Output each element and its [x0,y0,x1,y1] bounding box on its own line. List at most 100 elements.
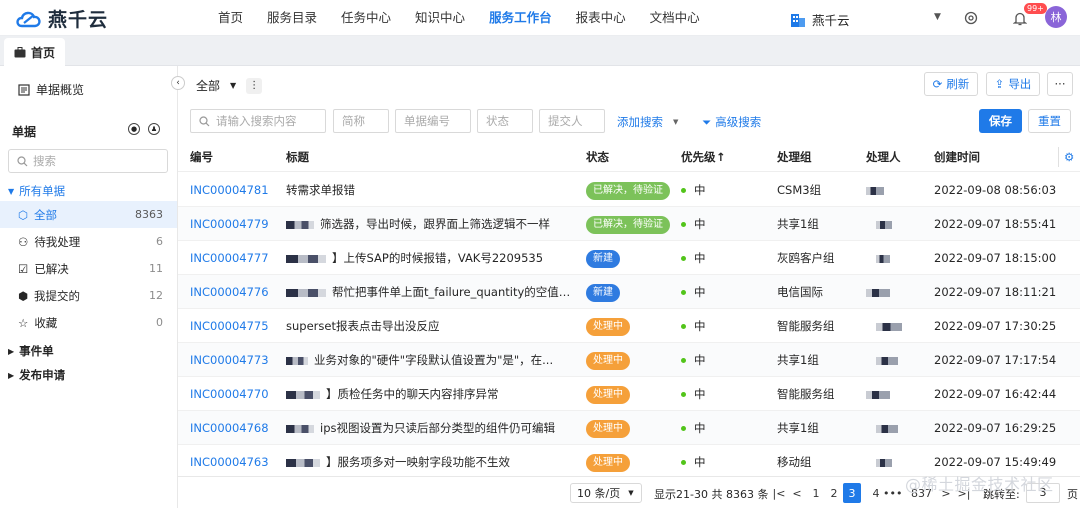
ticket-id-link[interactable]: INC00004773 [190,343,269,377]
sidebar-item-3[interactable]: ⬢ 我提交的 12 [0,282,177,309]
nav-item-0[interactable]: 首页 [206,0,255,36]
person-circle-icon[interactable]: ♟ [148,123,160,135]
org-switcher[interactable]: 燕千云 [790,10,850,29]
sidebar-item-4[interactable]: ☆ 收藏 0 [0,309,177,336]
priority-dot-icon [681,460,686,465]
ticket-id-link[interactable]: INC00004777 [190,241,269,275]
next-page-icon[interactable]: > [938,483,954,503]
short-name-filter[interactable]: 简称 [333,109,389,133]
column-header-created[interactable]: 创建时间 [934,142,980,172]
group-all-tickets[interactable]: ▼ 所有单据 [8,183,65,199]
sidebar-item-2[interactable]: ☑ 已解决 11 [0,255,177,282]
table-row[interactable]: INC00004773 业务对象的"硬件"字段默认值设置为"是"，在... 处理中 中… [178,343,1080,377]
ticket-id-link[interactable]: INC00004776 [190,275,269,309]
table-row[interactable]: INC00004768 ips视图设置为只读后部分类型的组件仍可编辑 处理中 中 共享1… [178,411,1080,445]
advanced-search-button[interactable]: ⏷ 高级搜索 [702,114,761,130]
scope-selector[interactable]: 全部 ▼ ⋮ [196,77,263,94]
ticket-title[interactable]: superset报表点击导出没反应 [286,309,576,343]
caret-down-icon[interactable]: ▼ [934,12,941,22]
ticket-id-link[interactable]: INC00004763 [190,445,269,479]
ticket-title[interactable]: 帮忙把事件单上面t_failure_quantity的空值填上... [286,275,576,309]
ticket-title[interactable]: 筛选器，导出时候，跟界面上筛选逻辑不一样 [286,207,576,241]
column-header-handler[interactable]: 处理人 [866,142,901,172]
page-number[interactable]: 837 [911,483,932,503]
ticket-title[interactable]: 】上传SAP的时候报错，VAK号2209535 [286,241,576,275]
sort-ascending-icon[interactable]: ↑ [716,142,726,172]
ticket-id-link[interactable]: INC00004781 [190,173,269,207]
sidebar-item-1[interactable]: ⚇ 待我处理 6 [0,228,177,255]
add-search-button[interactable]: 添加搜索 ▼ [617,114,678,130]
group-release[interactable]: ▶ 发布申请 [8,367,65,383]
overview-label: 单据概览 [36,83,85,97]
export-button[interactable]: ⇪ 导出 [986,72,1040,96]
settings-circle-icon[interactable] [962,9,980,27]
priority-text: 中 [694,353,706,367]
table-header: 编号 标题 状态 优先级 ↑ 处理组 处理人 创建时间 ⚙ [178,142,1080,172]
table-row[interactable]: INC00004775 superset报表点击导出没反应 处理中 中 智能服务组 202… [178,309,1080,343]
nav-item-5[interactable]: 报表中心 [564,0,638,36]
sidebar-search-input[interactable]: 搜索 [8,149,168,173]
user-task-icon: ⚇ [18,234,29,249]
nav-item-3[interactable]: 知识中心 [403,0,477,36]
column-header-priority[interactable]: 优先级 [681,142,716,172]
column-header-title[interactable]: 标题 [286,142,576,172]
nav-item-2[interactable]: 任务中心 [329,0,403,36]
reset-button[interactable]: 重置 [1028,109,1071,133]
table-row[interactable]: INC00004781 转需求单报错 已解决，待验证 中 CSM3组 2022-09-08… [178,173,1080,207]
ticket-id-link[interactable]: INC00004770 [190,377,269,411]
ticket-title[interactable]: 转需求单报错 [286,173,576,207]
more-vertical-icon[interactable]: ⋮ [246,77,263,94]
ticket-title[interactable]: ips视图设置为只读后部分类型的组件仍可编辑 [286,411,576,445]
page-number[interactable]: 1 [808,483,824,503]
tab-home[interactable]: 首页 [4,38,66,66]
first-page-icon[interactable]: |< [771,483,787,503]
created-time: 2022-09-07 15:49:49 [934,455,1057,469]
ticket-id-link[interactable]: INC00004775 [190,309,269,343]
page-number[interactable]: 3 [843,483,861,503]
page-number[interactable]: 2 [826,483,842,503]
table-row[interactable]: INC00004770 】质检任务中的聊天内容排序异常 处理中 中 智能服务组 2022-… [178,377,1080,411]
ticket-number-filter[interactable]: 单据编号 [395,109,471,133]
app-logo[interactable]: 燕千云 [14,5,108,32]
ticket-title[interactable]: 】服务项多对一映射字段功能不生效 [286,445,576,479]
redacted-text [286,220,314,229]
filter-label: 简称 [342,114,365,128]
column-header-status[interactable]: 状态 [586,142,609,172]
table-row[interactable]: INC00004779 筛选器，导出时候，跟界面上筛选逻辑不一样 已解决，待验证 中 共… [178,207,1080,241]
column-header-group[interactable]: 处理组 [777,142,812,172]
collapse-sidebar-button[interactable]: ‹ [171,76,185,90]
table-row[interactable]: INC00004777 】上传SAP的时候报错，VAK号2209535 新建 中 灰鸥客… [178,241,1080,275]
page-ellipsis[interactable]: ••• [883,483,902,503]
table-row[interactable]: INC00004763 】服务项多对一映射字段功能不生效 处理中 中 移动组 2022-0… [178,445,1080,479]
column-settings-gear-icon[interactable]: ⚙ [1064,142,1074,172]
ticket-id-link[interactable]: INC00004779 [190,207,269,241]
sidebar-item-overview[interactable]: 单据概览 [18,81,84,98]
sidebar-item-count: 0 [156,316,163,329]
group-cell: 共享1组 [777,353,819,367]
nav-item-1[interactable]: 服务目录 [255,0,329,36]
status-filter[interactable]: 状态 [477,109,533,133]
refresh-button[interactable]: ⟳ 刷新 [924,72,978,96]
keyword-search-input[interactable]: 请输入搜索内容 [190,109,326,133]
chevron-left-icon: ‹ [176,78,180,88]
nav-item-4[interactable]: 服务工作台 [477,0,564,36]
save-button[interactable]: 保存 [979,109,1022,133]
column-header-id[interactable]: 编号 [190,142,213,172]
sidebar-item-0[interactable]: ⬡ 全部 8363 [0,201,177,228]
more-button[interactable]: ··· [1047,72,1073,96]
search-icon [17,155,28,166]
target-icon[interactable]: ● [128,123,140,135]
prev-page-icon[interactable]: < [789,483,805,503]
avatar[interactable]: 林 [1045,6,1067,28]
ticket-id-link[interactable]: INC00004768 [190,411,269,445]
submitter-filter[interactable]: 提交人 [539,109,605,133]
last-page-icon[interactable]: >| [956,483,972,503]
group-event[interactable]: ▶ 事件单 [8,343,54,359]
nav-item-6[interactable]: 文档中心 [638,0,712,36]
page-number[interactable]: 4 [868,483,884,503]
jump-page-input[interactable]: 3 [1026,483,1060,503]
ticket-title[interactable]: 】质检任务中的聊天内容排序异常 [286,377,576,411]
table-row[interactable]: INC00004776 帮忙把事件单上面t_failure_quantity的空值… [178,275,1080,309]
page-size-select[interactable]: 10 条/页 ▼ [570,483,642,503]
ticket-title[interactable]: 业务对象的"硬件"字段默认值设置为"是"，在... [286,343,576,377]
